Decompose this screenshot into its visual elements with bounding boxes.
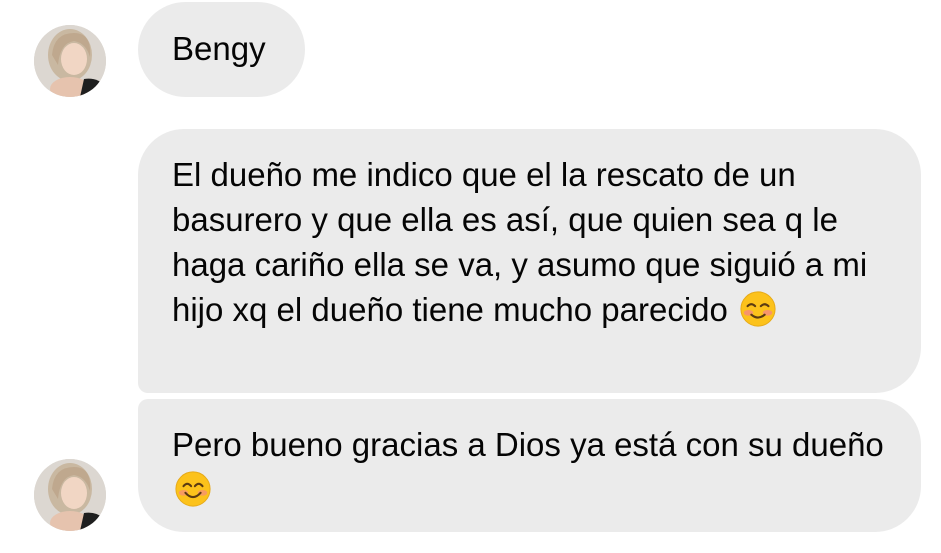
smiling-face-with-blush-icon [739, 290, 777, 328]
sender-avatar[interactable] [34, 25, 106, 97]
message-bubble-incoming[interactable]: El dueño me indico que el la rescato de … [138, 129, 921, 393]
avatar-photo [34, 459, 106, 531]
avatar-photo [34, 25, 106, 97]
message-text: Pero bueno gracias a Dios ya está con su… [172, 426, 884, 463]
sender-avatar[interactable] [34, 459, 106, 531]
message-text: Bengy [172, 30, 266, 67]
message-bubble-incoming[interactable]: Bengy [138, 2, 305, 97]
message-bubble-incoming[interactable]: Pero bueno gracias a Dios ya está con su… [138, 399, 921, 532]
smiling-face-icon [174, 470, 212, 508]
